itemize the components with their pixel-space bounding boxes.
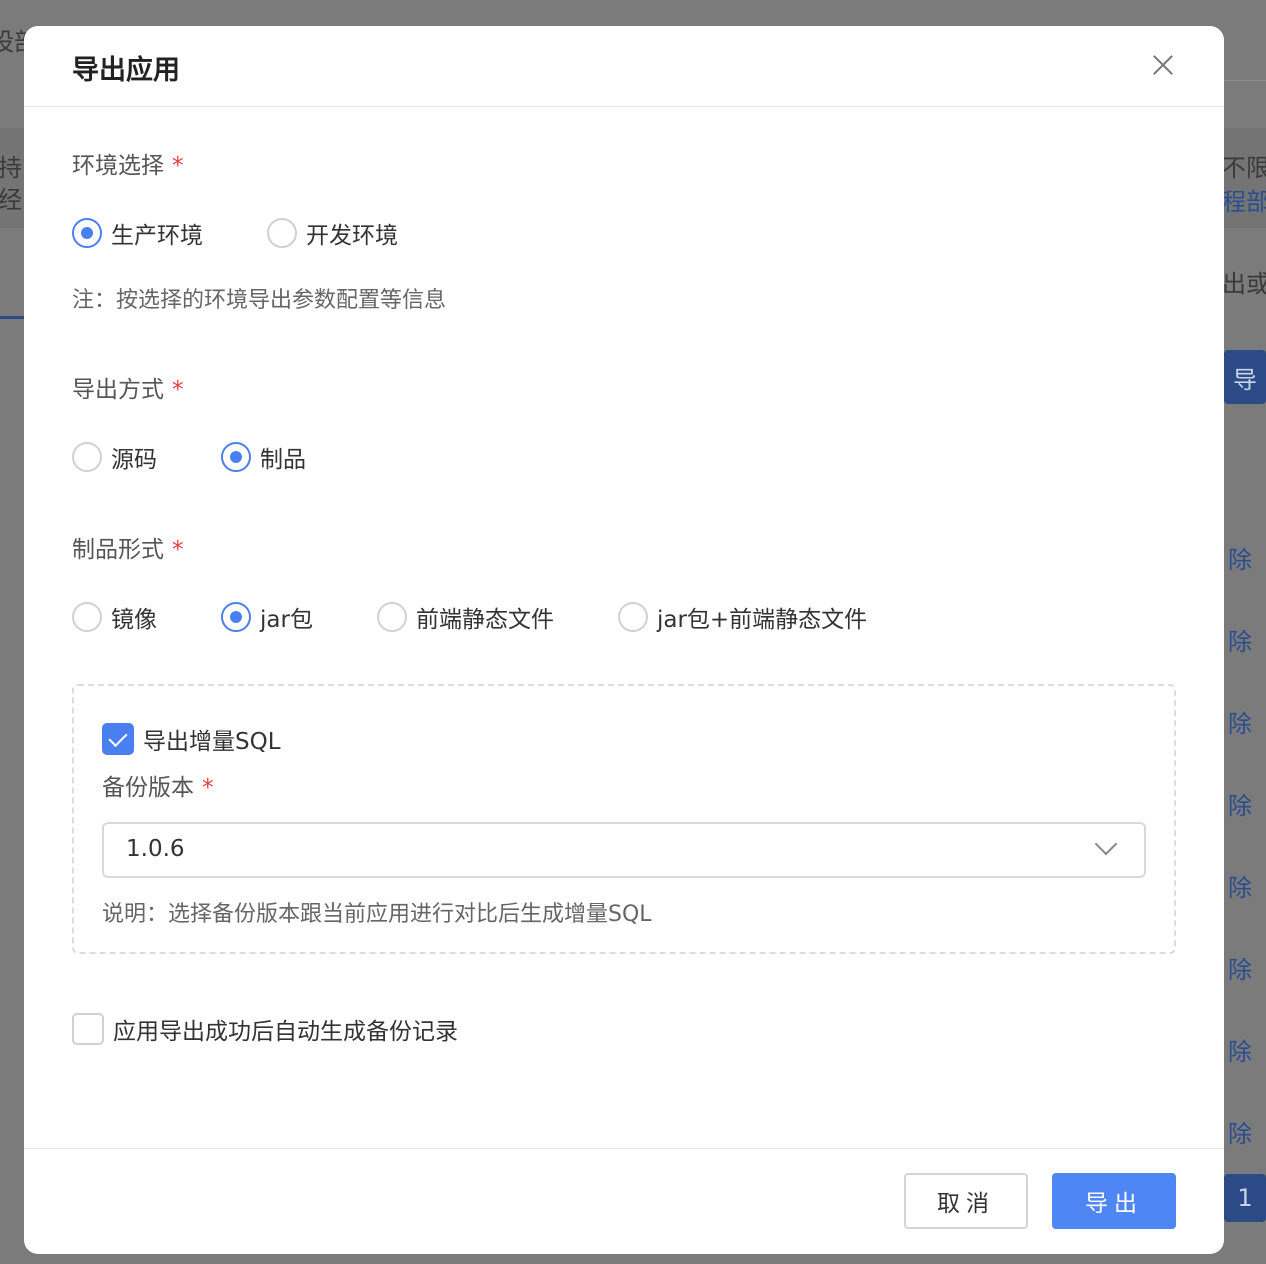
export-button[interactable]: 导出 (1052, 1173, 1176, 1229)
radio-label: 开发环境 (306, 223, 398, 249)
radio-label: 源码 (111, 447, 157, 473)
bg-delete-link: 除 (1228, 792, 1252, 820)
backup-version-note: 说明：选择备份版本跟当前应用进行对比后生成增量SQL (102, 902, 652, 927)
cancel-button[interactable]: 取消 (904, 1173, 1028, 1229)
radio-circle[interactable] (72, 602, 102, 632)
radio-circle[interactable] (72, 218, 102, 248)
bg-delete-link: 除 (1228, 1038, 1252, 1066)
backup-version-select[interactable]: 1.0.6 (102, 822, 1146, 878)
backup-version-label-text: 备份版本 (102, 775, 194, 801)
bg-tab-indicator (0, 316, 24, 319)
radio-env-production[interactable]: 生产环境 (72, 216, 203, 250)
dialog-footer: 取消 导出 (24, 1148, 1224, 1254)
radio-artifact[interactable]: 制品 (221, 440, 306, 474)
checkbox-auto-backup[interactable]: 应用导出成功后自动生成备份记录 (72, 1012, 458, 1046)
radio-frontend-static[interactable]: 前端静态文件 (376, 600, 554, 634)
radio-env-development[interactable]: 开发环境 (267, 216, 398, 250)
bg-link: 程部 (1222, 188, 1266, 216)
bg-delete-link: 除 (1228, 956, 1252, 984)
export-app-dialog: 导出应用 环境选择 * 生产环境 开发环境 注：按选择的环境导出参数配置等信息 导… (24, 26, 1224, 1254)
export-method-label-text: 导出方式 (72, 377, 164, 403)
checkbox-label: 应用导出成功后自动生成备份记录 (113, 1019, 458, 1045)
radio-label: 前端静态文件 (415, 607, 554, 633)
required-mark: * (172, 153, 184, 179)
artifact-form-radio-group: 镜像 jar包 前端静态文件 jar包+前端静态文件 (72, 600, 867, 634)
bg-delete-link: 除 (1228, 546, 1252, 574)
radio-jar-plus-frontend[interactable]: jar包+前端静态文件 (617, 600, 868, 634)
bg-pagination: 1 (1224, 1174, 1266, 1222)
env-label-text: 环境选择 (72, 153, 164, 179)
backup-version-label: 备份版本 * (102, 768, 214, 802)
dialog-title: 导出应用 (72, 55, 180, 86)
artifact-form-label-text: 制品形式 (72, 537, 164, 563)
export-method-label: 导出方式 * (72, 370, 184, 404)
bg-text: 出或 (1222, 270, 1266, 298)
radio-source-code[interactable]: 源码 (72, 440, 157, 474)
radio-label: 镜像 (111, 607, 157, 633)
bg-delete-link: 除 (1228, 710, 1252, 738)
required-mark: * (172, 537, 184, 563)
chevron-down-icon[interactable] (1094, 832, 1118, 856)
radio-jar[interactable]: jar包 (221, 600, 313, 634)
radio-circle[interactable] (221, 602, 251, 632)
radio-label: jar包 (260, 607, 313, 633)
radio-circle[interactable] (221, 442, 251, 472)
bg-delete-link: 除 (1228, 1120, 1252, 1148)
required-mark: * (202, 775, 214, 801)
radio-label: 制品 (260, 447, 306, 473)
bg-text: 不限 (1222, 154, 1266, 182)
close-icon[interactable] (1148, 50, 1178, 80)
checkbox-box[interactable] (72, 1013, 104, 1045)
bg-delete-link: 除 (1228, 874, 1252, 902)
env-radio-group: 生产环境 开发环境 (72, 216, 398, 250)
radio-image[interactable]: 镜像 (72, 600, 157, 634)
radio-circle[interactable] (267, 218, 297, 248)
bg-divider (1224, 80, 1266, 81)
dialog-header: 导出应用 (24, 26, 1224, 107)
checkbox-export-incremental-sql[interactable]: 导出增量SQL (102, 722, 281, 756)
bg-button: 导 (1224, 350, 1266, 404)
radio-circle[interactable] (376, 602, 407, 632)
env-note: 注：按选择的环境导出参数配置等信息 (72, 288, 447, 313)
bg-delete-link: 除 (1228, 628, 1252, 656)
env-label: 环境选择 * (72, 146, 184, 180)
checkbox-label: 导出增量SQL (143, 729, 281, 755)
export-method-radio-group: 源码 制品 (72, 440, 306, 474)
radio-circle[interactable] (72, 442, 102, 472)
required-mark: * (172, 377, 184, 403)
radio-circle[interactable] (617, 602, 648, 632)
bg-text: 经 (0, 186, 22, 214)
checkbox-box[interactable] (102, 723, 134, 755)
radio-label: 生产环境 (111, 223, 203, 249)
artifact-form-label: 制品形式 * (72, 530, 184, 564)
radio-label: jar包+前端静态文件 (656, 607, 868, 633)
bg-text: 持 (0, 154, 22, 182)
select-value: 1.0.6 (126, 836, 185, 862)
